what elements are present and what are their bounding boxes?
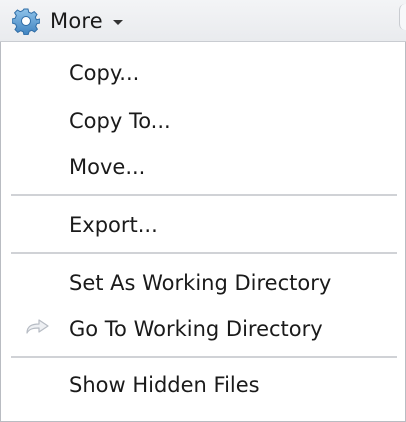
menu-item-copy[interactable]: Copy... [69, 58, 139, 88]
adjacent-toolbar-edge [399, 4, 406, 30]
menu-divider [11, 252, 397, 254]
go-to-arrow-icon [24, 318, 52, 336]
more-menu-button[interactable]: More [11, 6, 123, 36]
menu-divider [11, 356, 397, 358]
menu-item-move[interactable]: Move... [69, 152, 145, 182]
menu-divider [11, 194, 397, 196]
gear-icon [11, 7, 41, 36]
more-label: More [50, 9, 103, 33]
menu-item-show-hidden-files[interactable]: Show Hidden Files [69, 370, 260, 400]
menu-item-set-working-directory[interactable]: Set As Working Directory [69, 268, 331, 298]
more-dropdown-menu: Copy... Copy To... Move... Export... Set… [0, 42, 406, 422]
menu-item-go-to-working-directory[interactable]: Go To Working Directory [69, 314, 323, 344]
menu-item-export[interactable]: Export... [69, 210, 158, 240]
files-toolbar: More [0, 0, 406, 42]
chevron-down-icon [112, 20, 123, 25]
menu-item-copy-to[interactable]: Copy To... [69, 106, 171, 136]
